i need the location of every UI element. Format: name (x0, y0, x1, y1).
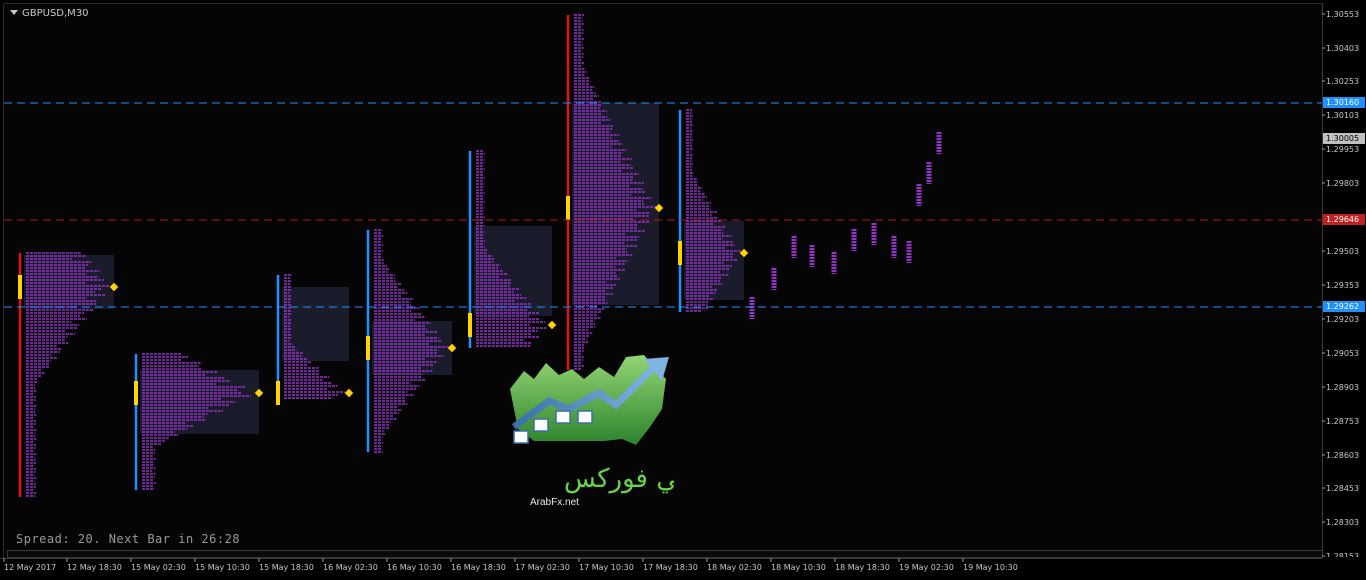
price-tick-label: 1.29353 (1326, 281, 1359, 290)
time-tick-label: 15 May 02:30 (131, 563, 186, 572)
time-tick-label: 16 May 18:30 (451, 563, 506, 572)
time-axis-canvas: 12 May 2017 12 May 18:30 15 May 02:30 15 Ma… (0, 558, 1322, 572)
price-tick-label: 1.29203 (1326, 315, 1359, 324)
profile-session-6 (566, 14, 664, 370)
price-tick-label: 1.28903 (1326, 383, 1359, 392)
time-tick-label: 17 May 18:30 (643, 563, 698, 572)
price-tick-label: 1.29053 (1326, 349, 1359, 358)
profile-session-1 (18, 252, 119, 497)
scrollbar-track (7, 550, 1322, 558)
time-tick-label: 15 May 18:30 (259, 563, 314, 572)
price-tick-label: 1.30553 (1326, 10, 1359, 19)
price-tick-label: 1.30103 (1326, 111, 1359, 120)
poc-marker (276, 381, 280, 405)
poc-diamond (547, 320, 557, 330)
price-tick-label: 1.29953 (1326, 145, 1359, 154)
symbol-title[interactable]: GBPUSD,M30 (10, 8, 89, 19)
time-tick-label: 19 May 02:30 (899, 563, 954, 572)
watermark-arabic: عربي فوركس (564, 464, 674, 494)
chart-area[interactable]: GBPUSD,M30 عربي فوركس ArabFx.net Spread:… (3, 3, 1323, 559)
time-tick-label: 12 May 2017 (4, 563, 56, 572)
price-tick-label: 1.28303 (1326, 518, 1359, 527)
price-tick-label: 1.28153 (1326, 552, 1359, 557)
time-tick-label: 18 May 10:30 (771, 563, 826, 572)
time-tick-label: 16 May 10:30 (387, 563, 442, 572)
poc-marker (18, 275, 22, 299)
price-axis[interactable]: 1.30553 1.30403 1.30253 1.30103 1.29953 1.298… (1322, 3, 1366, 557)
profile-session-4 (366, 229, 457, 453)
time-tick-label: 18 May 18:30 (835, 563, 890, 572)
watermark-logo: عربي فوركس ArabFx.net (510, 355, 674, 508)
price-tag-label: 1.30005 (1326, 134, 1359, 143)
poc-marker (678, 241, 682, 265)
profile-session-3 (276, 274, 354, 405)
poc-marker (468, 313, 472, 337)
poc-marker (566, 196, 570, 220)
price-axis-canvas: 1.30553 1.30403 1.30253 1.30103 1.29953 1.298… (1322, 3, 1365, 557)
price-tick-label: 1.30403 (1326, 44, 1359, 53)
profile-session-5 (468, 150, 557, 348)
price-tick-label: 1.28753 (1326, 417, 1359, 426)
price-tick-label: 1.29503 (1326, 247, 1359, 256)
price-tick-label: 1.30253 (1326, 77, 1359, 86)
time-tick-label: 19 May 10:30 (963, 563, 1018, 572)
price-tick-label: 1.29803 (1326, 179, 1359, 188)
time-tick-label: 15 May 10:30 (195, 563, 250, 572)
profile-session-2 (134, 353, 264, 490)
profile-session-7 (678, 109, 749, 312)
chart-scrollbar[interactable] (7, 550, 1322, 558)
time-axis[interactable]: 12 May 2017 12 May 18:30 15 May 02:30 15 Ma… (0, 558, 1366, 580)
price-tag-label: 1.30160 (1326, 98, 1359, 107)
time-tick-label: 16 May 02:30 (323, 563, 378, 572)
price-tag-label: 1.29262 (1326, 302, 1359, 311)
symbol-title-text: GBPUSD,M30 (22, 8, 89, 19)
time-tick-label: 18 May 02:30 (707, 563, 762, 572)
price-tick-label: 1.28603 (1326, 451, 1359, 460)
symbol-dropdown-icon[interactable] (10, 10, 18, 15)
price-tag-label: 1.29646 (1326, 215, 1359, 224)
developing-session (749, 132, 942, 319)
watermark-site: ArabFx.net (530, 497, 579, 508)
status-text: Spread: 20. Next Bar in 26:28 (16, 532, 241, 546)
time-tick-label: 17 May 02:30 (515, 563, 570, 572)
price-tick-label: 1.28453 (1326, 484, 1359, 493)
time-tick-label: 17 May 10:30 (579, 563, 634, 572)
poc-diamond (344, 388, 354, 398)
poc-marker (366, 336, 370, 360)
time-tick-label: 12 May 18:30 (67, 563, 122, 572)
poc-marker (134, 381, 138, 405)
